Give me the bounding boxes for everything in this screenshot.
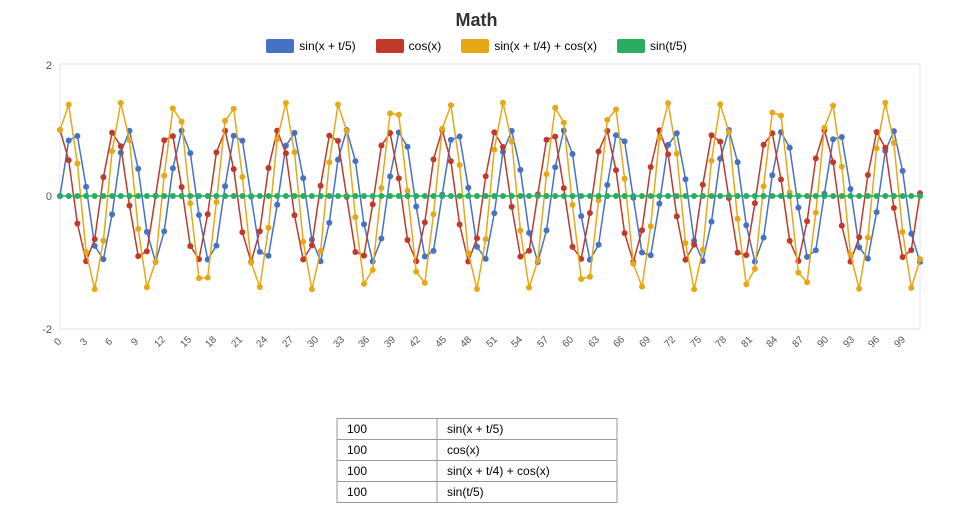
svg-text:0: 0 — [52, 336, 64, 348]
table-row-0: 100 sin(x + t/5) — [337, 419, 617, 440]
legend-label-3: sin(t/5) — [650, 39, 687, 53]
svg-text:39: 39 — [382, 334, 398, 350]
svg-text:12: 12 — [152, 334, 168, 350]
svg-text:63: 63 — [586, 334, 602, 350]
svg-text:33: 33 — [331, 334, 347, 350]
svg-text:27: 27 — [280, 334, 296, 350]
table-row-2: 100 sin(x + t/4) + cos(x) — [337, 461, 617, 482]
legend: sin(x + t/5) cos(x) sin(x + t/4) + cos(x… — [20, 39, 933, 53]
legend-label-1: cos(x) — [409, 39, 442, 53]
svg-text:78: 78 — [713, 334, 729, 350]
svg-text:93: 93 — [841, 334, 857, 350]
legend-item-1: cos(x) — [376, 39, 442, 53]
chart-container: Math sin(x + t/5) cos(x) sin(x + t/4) + … — [0, 0, 953, 515]
svg-text:90: 90 — [815, 334, 831, 350]
chart-title: Math — [20, 10, 933, 31]
table-formula-0: sin(x + t/5) — [437, 419, 617, 440]
svg-text:60: 60 — [560, 334, 576, 350]
svg-text:30: 30 — [305, 334, 321, 350]
svg-text:21: 21 — [229, 334, 245, 350]
table-count-3: 100 — [337, 482, 437, 503]
table-row-3: 100 sin(t/5) — [337, 482, 617, 503]
table-formula-1: cos(x) — [437, 440, 617, 461]
legend-color-0 — [266, 39, 294, 53]
svg-text:72: 72 — [662, 334, 678, 350]
svg-text:45: 45 — [433, 334, 449, 350]
svg-text:0: 0 — [46, 191, 52, 203]
svg-text:36: 36 — [356, 334, 372, 350]
legend-color-1 — [376, 39, 404, 53]
svg-text:51: 51 — [484, 334, 500, 350]
svg-text:42: 42 — [407, 334, 423, 350]
chart-area: 2 0 -2 0 3 6 9 12 15 18 21 24 27 30 33 3… — [20, 59, 933, 369]
legend-label-0: sin(x + t/5) — [299, 39, 355, 53]
chart-svg: 2 0 -2 0 3 6 9 12 15 18 21 24 27 30 33 3… — [20, 59, 933, 369]
svg-text:99: 99 — [892, 334, 908, 350]
svg-text:57: 57 — [535, 334, 551, 350]
svg-text:75: 75 — [688, 334, 704, 350]
svg-text:9: 9 — [129, 336, 141, 348]
legend-item-3: sin(t/5) — [617, 39, 687, 53]
table-formula-3: sin(t/5) — [437, 482, 617, 503]
svg-text:3: 3 — [78, 336, 90, 348]
legend-item-2: sin(x + t/4) + cos(x) — [461, 39, 597, 53]
legend-item-0: sin(x + t/5) — [266, 39, 355, 53]
table-count-2: 100 — [337, 461, 437, 482]
svg-text:69: 69 — [637, 334, 653, 350]
svg-text:84: 84 — [764, 334, 780, 350]
legend-label-2: sin(x + t/4) + cos(x) — [494, 39, 597, 53]
legend-color-2 — [461, 39, 489, 53]
svg-text:15: 15 — [178, 334, 194, 350]
svg-text:66: 66 — [611, 334, 627, 350]
svg-text:81: 81 — [739, 334, 755, 350]
svg-text:54: 54 — [509, 334, 525, 350]
svg-text:2: 2 — [46, 60, 52, 72]
svg-text:18: 18 — [203, 334, 219, 350]
data-table: 100 sin(x + t/5) 100 cos(x) 100 sin(x + … — [336, 418, 617, 503]
legend-color-3 — [617, 39, 645, 53]
table-count-1: 100 — [337, 440, 437, 461]
svg-text:96: 96 — [866, 334, 882, 350]
svg-text:-2: -2 — [42, 324, 52, 336]
svg-text:6: 6 — [103, 336, 115, 348]
svg-text:24: 24 — [254, 334, 270, 350]
table-count-0: 100 — [337, 419, 437, 440]
svg-text:87: 87 — [790, 334, 806, 350]
table-formula-2: sin(x + t/4) + cos(x) — [437, 461, 617, 482]
svg-text:48: 48 — [458, 334, 474, 350]
table-row-1: 100 cos(x) — [337, 440, 617, 461]
